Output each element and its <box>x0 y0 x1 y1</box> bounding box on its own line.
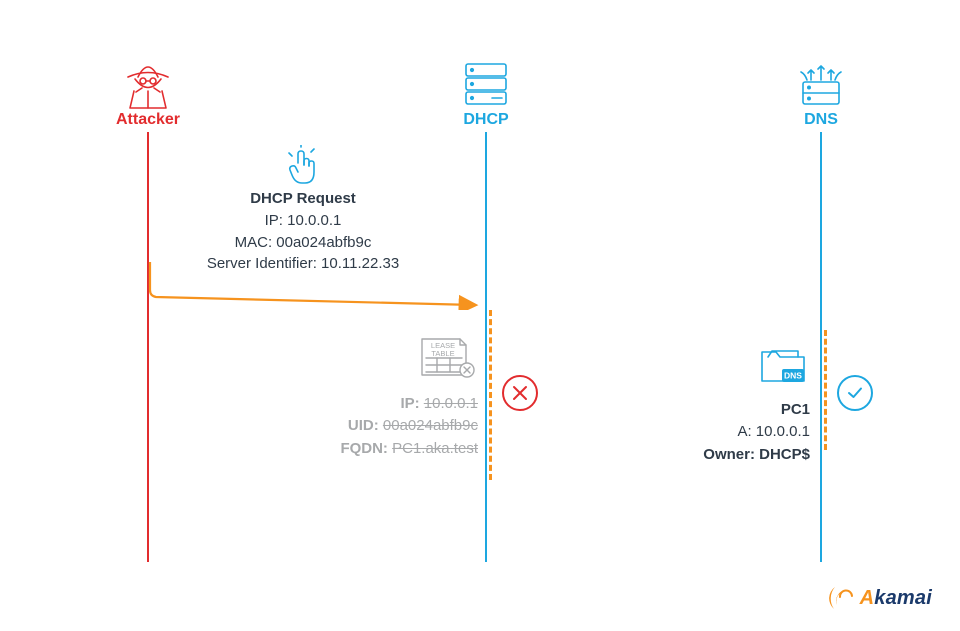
dns-lifeline <box>820 132 822 562</box>
dns-owner-value: DHCP$ <box>759 446 810 463</box>
lease-table-icon: LEASE TABLE <box>298 335 478 387</box>
attacker-lifeline <box>147 132 149 562</box>
status-fail-icon <box>502 375 538 411</box>
akamai-logo-text: Akamai <box>860 587 932 610</box>
lease-icon-label-bottom: TABLE <box>431 349 454 358</box>
lease-uid-label: UID: <box>348 417 379 434</box>
lease-uid-value: 00a024abfb9c <box>383 417 478 434</box>
lease-table-block: LEASE TABLE IP: 10.0.0.1 UID: 00a024abfb… <box>298 335 478 460</box>
akamai-logo: Akamai <box>828 583 932 613</box>
dhcp-server-icon <box>456 58 516 110</box>
dhcp-request-title: DHCP Request <box>158 188 448 210</box>
status-pass-icon <box>837 375 873 411</box>
dns-activation-dash <box>824 330 827 450</box>
dhcp-request-sid: Server Identifier: 10.11.22.33 <box>158 253 448 275</box>
dns-label: DNS <box>761 111 881 129</box>
dhcp-lifeline <box>485 132 487 562</box>
dhcp-request-block: DHCP Request IP: 10.0.0.1 MAC: 00a024abf… <box>158 188 448 275</box>
dhcp-request-mac: MAC: 00a024abfb9c <box>158 232 448 254</box>
attacker-icon <box>118 58 178 110</box>
diagram-canvas: Attacker DHCP DNS DHCP Request IP: 10.0.… <box>0 0 960 631</box>
dhcp-label: DHCP <box>426 111 546 129</box>
akamai-wave-icon <box>828 583 858 613</box>
lease-fqdn-value: PC1.aka.test <box>392 440 478 457</box>
attacker-label: Attacker <box>88 111 208 129</box>
dhcp-request-ip: IP: 10.0.0.1 <box>158 210 448 232</box>
lease-ip-label: IP: <box>400 395 419 412</box>
dns-record-block: DNS PC1 A: 10.0.0.1 Owner: DHCP$ <box>650 345 810 466</box>
lease-ip-value: 10.0.0.1 <box>424 395 478 412</box>
dns-owner-label: Owner: <box>703 446 755 463</box>
click-hand-icon <box>278 145 324 191</box>
lease-fqdn-label: FQDN: <box>340 440 388 457</box>
dns-folder-icon: DNS <box>650 345 810 395</box>
dns-server-icon <box>791 58 851 110</box>
dns-folder-label: DNS <box>784 371 802 381</box>
dns-record-a: A: 10.0.0.1 <box>650 421 810 444</box>
dhcp-activation-dash <box>489 310 492 480</box>
dns-record-name: PC1 <box>650 399 810 422</box>
